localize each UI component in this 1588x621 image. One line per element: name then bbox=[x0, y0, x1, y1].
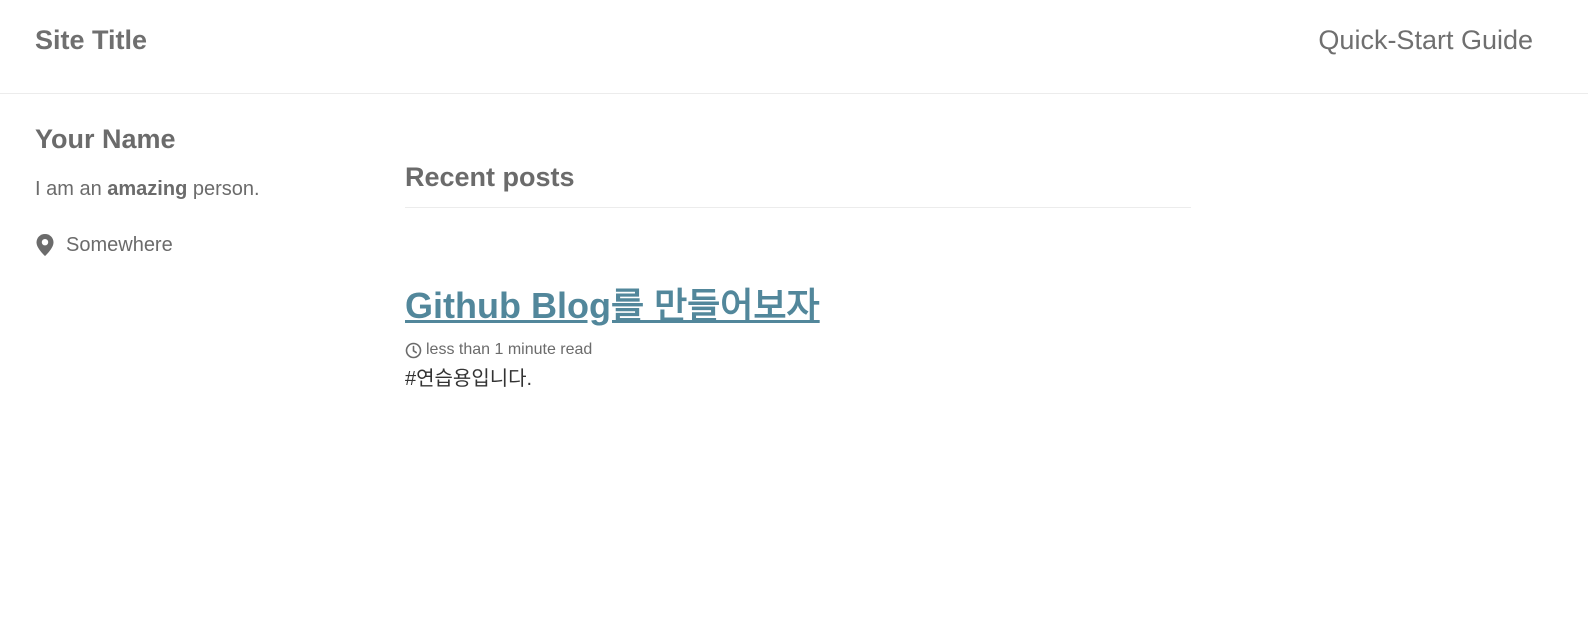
site-title-link[interactable]: Site Title bbox=[35, 24, 147, 56]
clock-icon bbox=[405, 342, 422, 359]
post-read-time: less than 1 minute read bbox=[426, 341, 593, 358]
author-sidebar: Your Name I am an amazing person. Somewh… bbox=[35, 122, 355, 258]
recent-posts-heading: Recent posts bbox=[405, 158, 1191, 208]
nav-link-quick-start-guide[interactable]: Quick-Start Guide bbox=[1318, 24, 1533, 56]
post-title-link[interactable]: Github Blog를 만들어보자 bbox=[405, 284, 820, 328]
map-marker-icon bbox=[35, 233, 55, 257]
author-bio-prefix: I am an bbox=[35, 178, 108, 200]
author-location-text: Somewhere bbox=[66, 234, 173, 256]
author-bio: I am an amazing person. bbox=[35, 176, 355, 202]
author-bio-suffix: person. bbox=[187, 178, 260, 200]
masthead: Site Title Quick-Start Guide bbox=[0, 0, 1588, 94]
author-location: Somewhere bbox=[35, 232, 355, 258]
post-excerpt: #연습용입니다. bbox=[405, 368, 533, 390]
post-meta: less than 1 minute read bbox=[405, 340, 1191, 360]
main-content: Recent posts Github Blog를 만들어보자 less tha… bbox=[405, 158, 1191, 412]
author-name: Your Name bbox=[35, 124, 176, 154]
author-bio-emphasis: amazing bbox=[107, 178, 188, 200]
post-list-item: Github Blog를 만들어보자 less than 1 minute re… bbox=[405, 208, 1191, 392]
